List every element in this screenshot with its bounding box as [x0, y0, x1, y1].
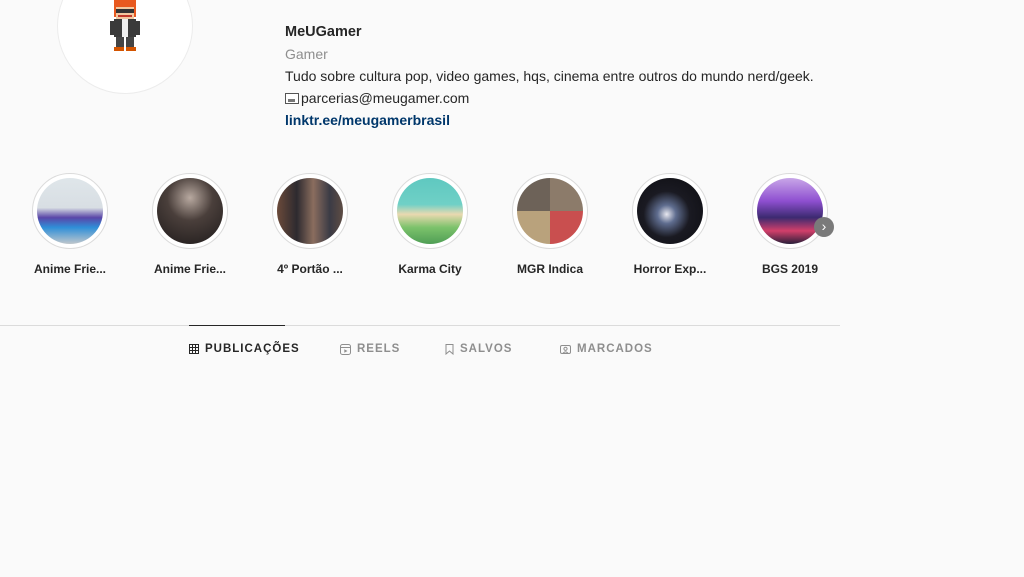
highlight-item[interactable]: Anime Frie... [20, 173, 120, 276]
tab-label: REELS [357, 343, 401, 355]
highlight-item[interactable]: Horror Exp... [620, 173, 720, 276]
tab-publicacoes[interactable]: PUBLICAÇÕES [189, 343, 300, 355]
tab-marcados[interactable]: MARCADOS [560, 343, 653, 355]
highlight-thumb-icon [277, 178, 343, 244]
mail-icon [285, 93, 299, 104]
tab-reels[interactable]: REELS [340, 343, 400, 355]
highlight-thumb-icon [637, 178, 703, 244]
active-tab-indicator [189, 325, 285, 326]
tab-label: SALVOS [460, 343, 513, 355]
highlight-item[interactable]: 4º Portão ... [260, 173, 360, 276]
tab-salvos[interactable]: SALVOS [445, 343, 512, 355]
tab-label: MARCADOS [577, 343, 653, 355]
avatar-character-icon [110, 0, 140, 51]
profile-avatar[interactable] [57, 0, 193, 94]
profile-email-line: parcerias@meugamer.com [285, 87, 814, 109]
highlight-thumb-icon [37, 178, 103, 244]
highlight-label: Karma City [398, 262, 462, 276]
highlights-next-button[interactable]: › [814, 217, 834, 237]
highlight-thumb-icon [517, 178, 583, 244]
tab-label: PUBLICAÇÕES [205, 343, 300, 355]
highlight-thumb-icon [397, 178, 463, 244]
profile-link[interactable]: linktr.ee/meugamerbrasil [285, 112, 450, 128]
highlight-label: Anime Frie... [33, 262, 107, 276]
highlight-label: MGR Indica [516, 262, 583, 276]
profile-category: Gamer [285, 46, 328, 62]
profile-bio: MeUGamer Gamer Tudo sobre cultura pop, v… [285, 21, 814, 131]
profile-description: Tudo sobre cultura pop, video games, hqs… [285, 68, 814, 84]
highlight-item[interactable]: Karma City [380, 173, 480, 276]
highlight-item[interactable]: MGR Indica [500, 173, 600, 276]
highlight-thumb-icon [157, 178, 223, 244]
highlight-label: Anime Frie... [153, 262, 227, 276]
tabs-divider [0, 325, 840, 326]
profile-tabs: PUBLICAÇÕES REELS SALVOS MARCADOS [0, 343, 840, 359]
profile-username: MeUGamer [285, 24, 362, 40]
reels-icon [340, 343, 351, 355]
grid-icon [189, 344, 199, 354]
story-highlights: Anime Frie... Anime Frie... 4º Portão ..… [0, 173, 840, 283]
highlight-item[interactable]: Anime Frie... [140, 173, 240, 276]
highlight-label: Horror Exp... [633, 262, 707, 276]
highlight-label: 4º Portão ... [277, 262, 343, 276]
highlight-label: BGS 2019 [761, 262, 819, 276]
tagged-icon [560, 344, 571, 354]
profile-email: parcerias@meugamer.com [301, 90, 470, 106]
highlight-thumb-icon [757, 178, 823, 244]
bookmark-icon [445, 343, 454, 355]
